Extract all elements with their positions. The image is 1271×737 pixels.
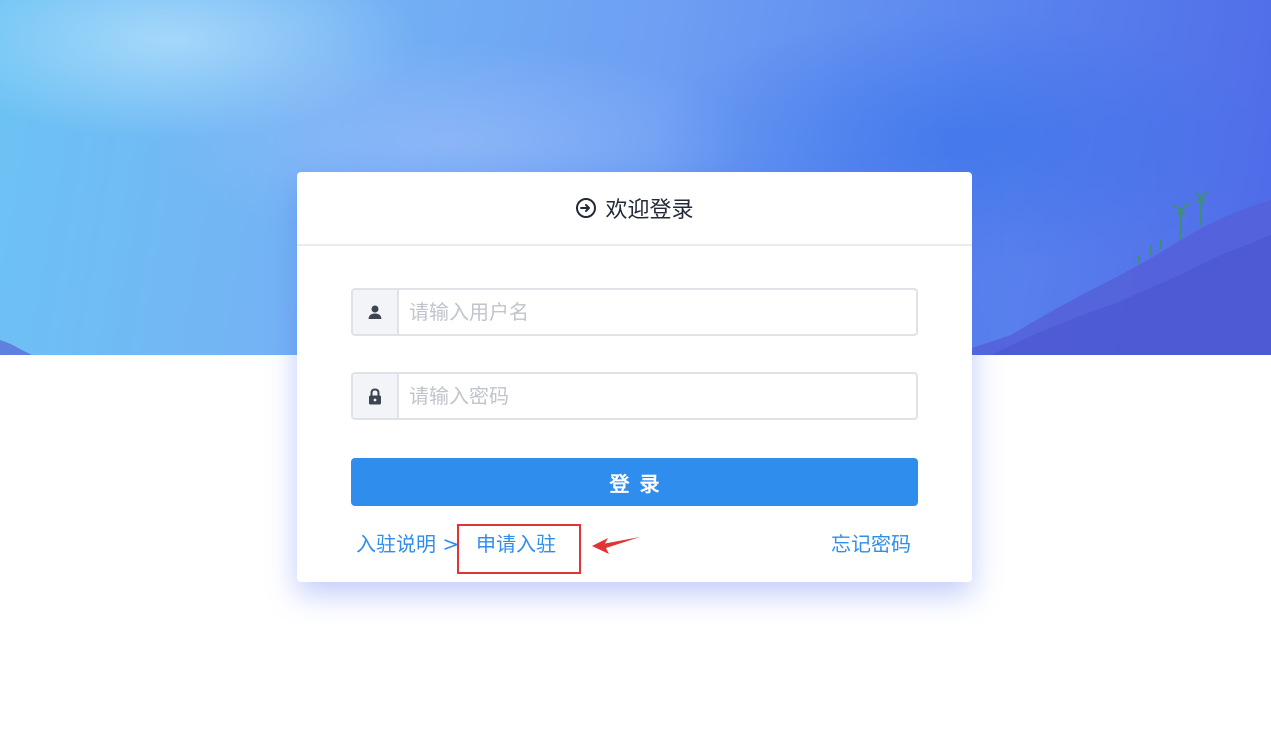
card-header: 欢迎登录 [297,172,972,246]
user-icon [353,290,399,334]
forgot-password-link[interactable]: 忘记密码 [831,526,911,562]
password-input[interactable] [399,374,916,418]
username-input[interactable] [399,290,916,334]
login-button[interactable]: 登录 [351,458,918,506]
lock-icon [353,374,399,418]
hill-left-decoration [0,340,32,355]
annotation-arrow-icon [592,537,640,554]
password-field[interactable] [351,372,918,420]
login-page: 欢迎登录 登录 入驻说明 > [0,0,1271,737]
page-title: 欢迎登录 [575,192,694,224]
username-field[interactable] [351,288,918,336]
annotation-highlight-box [457,524,581,574]
hill-decoration [951,190,1271,355]
login-icon [575,197,597,219]
title-text: 欢迎登录 [605,198,694,223]
login-card: 欢迎登录 登录 入驻说明 > [297,172,972,582]
intro-link[interactable]: 入驻说明 > [356,526,459,562]
